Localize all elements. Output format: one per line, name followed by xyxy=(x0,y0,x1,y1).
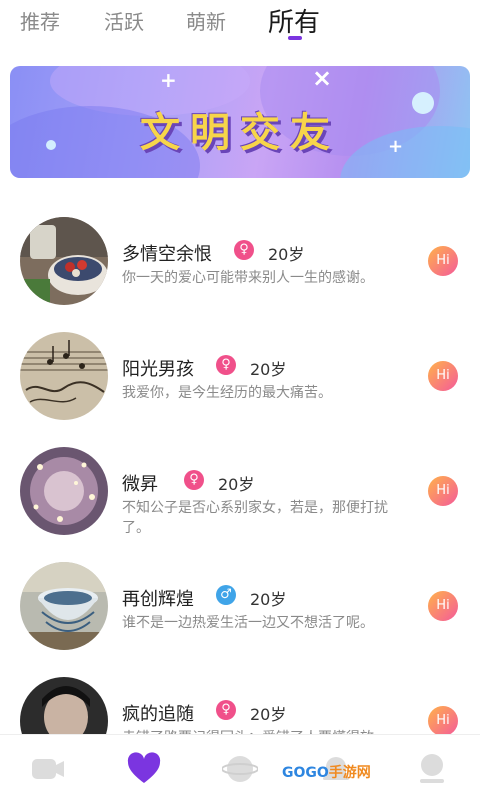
video-icon[interactable] xyxy=(30,751,66,787)
female-icon: ♀ xyxy=(234,240,254,260)
user-name: 疯的追随 xyxy=(122,704,194,725)
heart-icon[interactable] xyxy=(126,751,162,787)
avatar[interactable] xyxy=(20,447,108,535)
list-item[interactable]: 微昇 ♀ 20岁 不知公子是否心系别家女，若是，那便打扰了。 Hi xyxy=(0,440,480,540)
user-signature: 不知公子是否心系别家女，若是，那便打扰了。 xyxy=(122,500,388,536)
say-hi-button[interactable]: Hi xyxy=(428,246,458,276)
banner-title: 文明交友 xyxy=(140,109,340,156)
user-signature: 我爱你，是今生经历的最大痛苦。 xyxy=(122,385,332,401)
active-tab-indicator xyxy=(288,36,302,40)
say-hi-button[interactable]: Hi xyxy=(428,361,458,391)
tab-recommend[interactable]: 推荐 xyxy=(20,6,60,35)
list-item[interactable]: 多情空余恨 ♀ 20岁 你一天的爱心可能带来别人一生的感谢。 Hi xyxy=(0,210,480,310)
user-age: 20岁 xyxy=(250,705,287,724)
user-signature: 谁不是一边热爱生活一边又不想活了呢。 xyxy=(122,615,374,631)
tab-active[interactable]: 活跃 xyxy=(104,6,144,35)
user-age: 20岁 xyxy=(250,360,287,379)
avatar[interactable] xyxy=(20,332,108,420)
female-icon: ♀ xyxy=(184,470,204,490)
male-icon: ♂ xyxy=(216,585,236,605)
promo-banner[interactable]: + × + 文明交友 xyxy=(10,66,470,178)
female-icon: ♀ xyxy=(216,355,236,375)
tab-all[interactable]: 所有 xyxy=(268,2,320,39)
user-age: 20岁 xyxy=(250,590,287,609)
user-age: 20岁 xyxy=(218,475,255,494)
user-age: 20岁 xyxy=(268,245,305,264)
fairy-lights-photo-icon xyxy=(20,447,108,535)
say-hi-button[interactable]: Hi xyxy=(428,476,458,506)
avatar[interactable] xyxy=(20,562,108,650)
user-name: 微昇 xyxy=(122,474,158,495)
female-icon: ♀ xyxy=(216,700,236,720)
planet-icon[interactable] xyxy=(221,751,259,787)
stacked-bowls-photo-icon xyxy=(20,562,108,650)
tab-newbie[interactable]: 萌新 xyxy=(186,6,226,35)
food-bowl-photo-icon xyxy=(20,217,108,305)
bottom-nav xyxy=(0,734,480,800)
avatar[interactable] xyxy=(20,217,108,305)
user-name: 多情空余恨 xyxy=(122,244,212,265)
say-hi-button[interactable]: Hi xyxy=(428,706,458,736)
list-item[interactable]: 再创辉煌 ♂ 20岁 谁不是一边热爱生活一边又不想活了呢。 Hi xyxy=(0,555,480,655)
sparkle-icon: × xyxy=(312,66,333,92)
sparkle-icon: + xyxy=(160,68,177,92)
list-item[interactable]: 阳光男孩 ♀ 20岁 我爱你，是今生经历的最大痛苦。 Hi xyxy=(0,325,480,425)
profile-icon[interactable] xyxy=(414,751,450,787)
watermark-logo: GOGO手游网 xyxy=(282,765,371,781)
user-name: 阳光男孩 xyxy=(122,359,194,380)
top-tab-bar: 推荐 活跃 萌新 所有 xyxy=(0,0,480,48)
sheet-music-photo-icon xyxy=(20,332,108,420)
user-signature: 你一天的爱心可能带来别人一生的感谢。 xyxy=(122,270,374,286)
say-hi-button[interactable]: Hi xyxy=(428,591,458,621)
user-name: 再创辉煌 xyxy=(122,589,194,610)
